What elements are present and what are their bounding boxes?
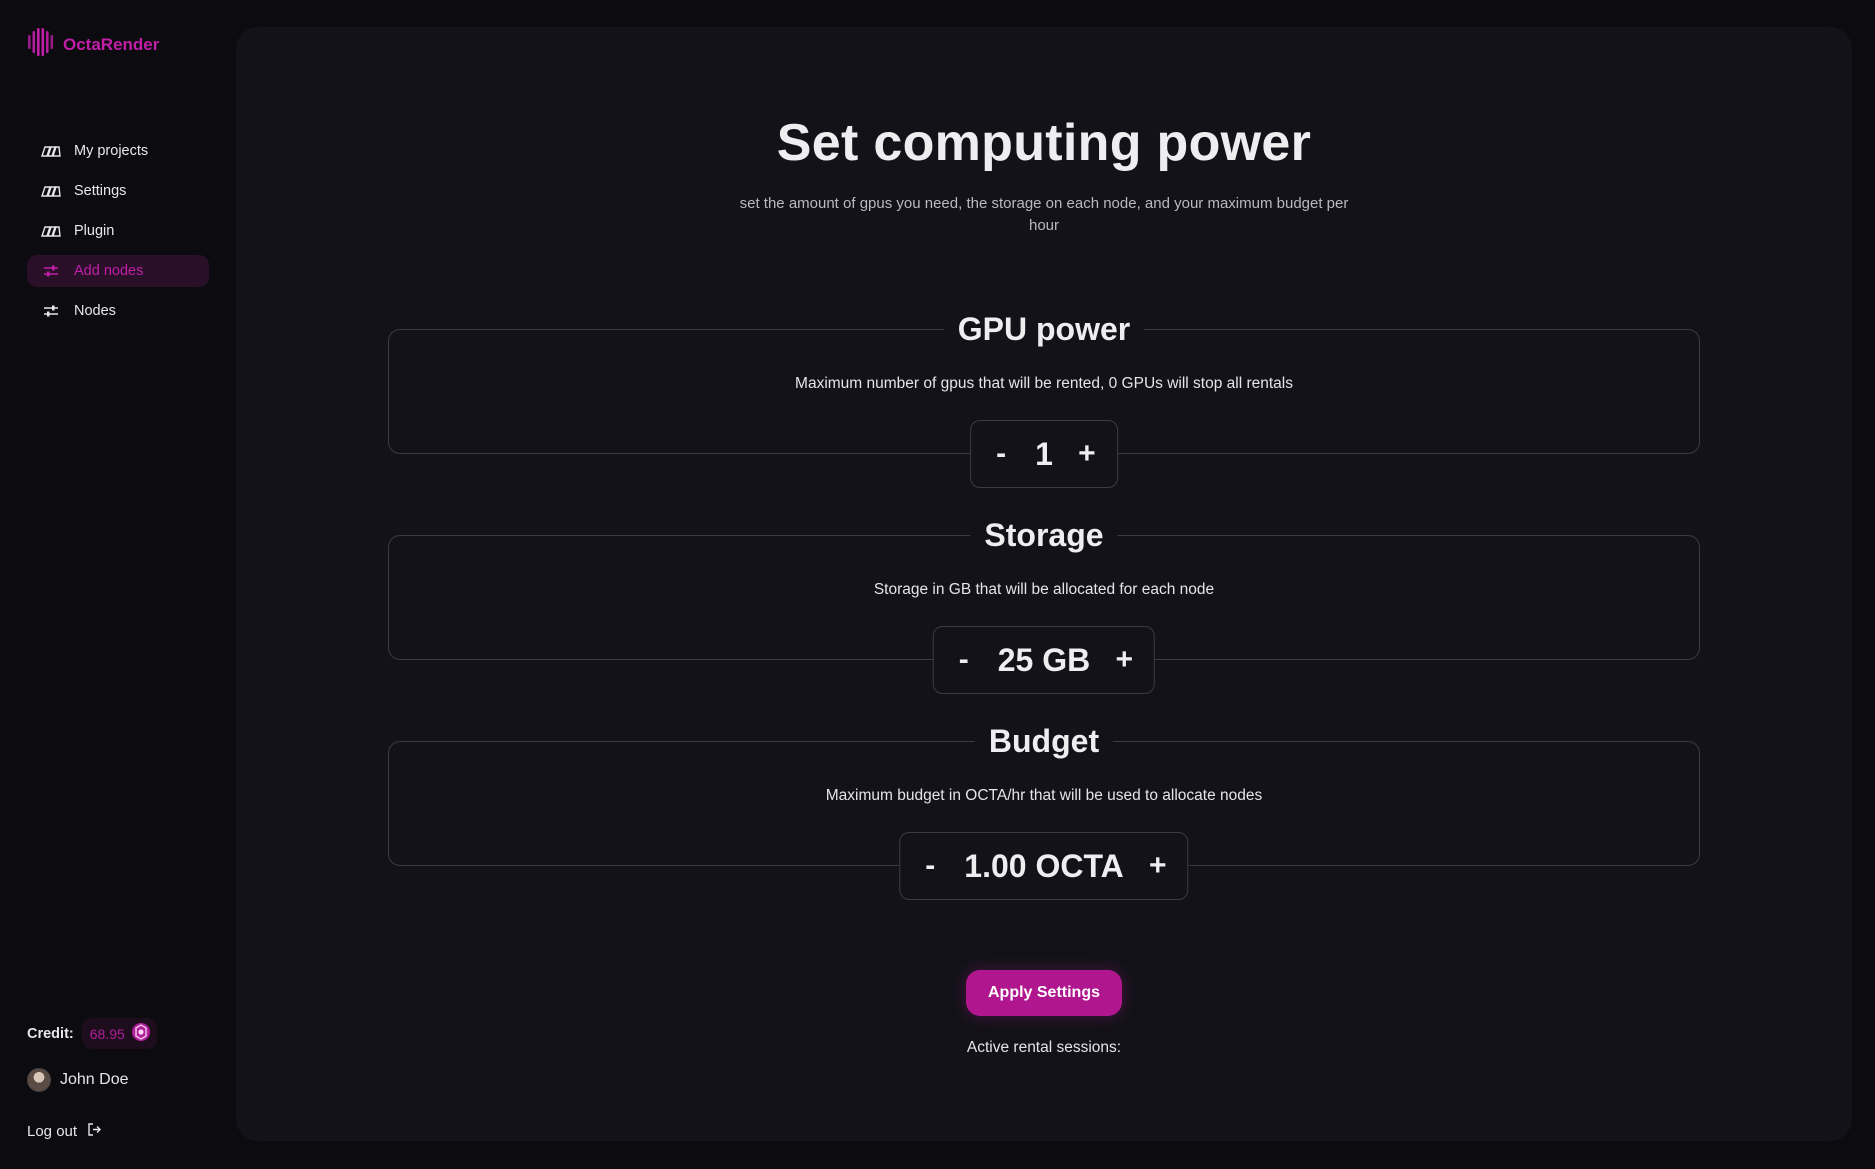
folder-stack-icon xyxy=(40,144,62,158)
section-title: GPU power xyxy=(943,304,1145,354)
sidebar: OctaRender My projects Settings Plugin A… xyxy=(0,0,236,1169)
apply-settings-button[interactable]: Apply Settings xyxy=(966,970,1122,1016)
section-title: Budget xyxy=(974,716,1114,766)
sidebar-item-label: My projects xyxy=(74,143,149,159)
octa-coin-icon xyxy=(131,1022,151,1045)
storage-stepper: - 25 GB + xyxy=(932,626,1156,694)
sidebar-item-nodes[interactable]: Nodes xyxy=(27,295,209,327)
main-panel: Set computing power set the amount of gp… xyxy=(236,27,1852,1141)
logout-icon xyxy=(87,1122,102,1141)
gpu-stepper: - 1 + xyxy=(970,420,1118,488)
page-title: Set computing power xyxy=(776,114,1312,172)
increment-button[interactable]: + xyxy=(1148,851,1168,881)
credit-label: Credit: xyxy=(27,1025,74,1042)
budget-stepper: - 1.00 OCTA + xyxy=(899,832,1189,900)
credit: Credit: 68.95 xyxy=(27,1018,157,1049)
sliders-icon xyxy=(40,264,62,278)
decrement-button[interactable]: - xyxy=(991,439,1011,469)
budget-value: 1.00 OCTA xyxy=(964,847,1124,884)
section-description: Maximum budget in OCTA/hr that will be u… xyxy=(825,787,1263,804)
decrement-button[interactable]: - xyxy=(954,645,974,675)
logout-label: Log out xyxy=(27,1123,78,1140)
decrement-button[interactable]: - xyxy=(920,851,940,881)
sidebar-item-plugin[interactable]: Plugin xyxy=(27,215,209,247)
storage-section: Storage Storage in GB that will be alloc… xyxy=(388,510,1700,694)
section-title: Storage xyxy=(970,510,1118,560)
user-name: John Doe xyxy=(60,1071,129,1088)
section-description: Maximum number of gpus that will be rent… xyxy=(795,375,1293,392)
section-description: Storage in GB that will be allocated for… xyxy=(873,581,1215,598)
gpu-power-section: GPU power Maximum number of gpus that wi… xyxy=(388,304,1700,488)
sidebar-item-label: Add nodes xyxy=(74,263,144,279)
sidebar-item-label: Plugin xyxy=(74,223,115,239)
sidebar-item-my-projects[interactable]: My projects xyxy=(27,135,209,167)
sliders-icon xyxy=(40,304,62,318)
sidebar-item-settings[interactable]: Settings xyxy=(27,175,209,207)
brand[interactable]: OctaRender xyxy=(27,26,159,63)
sidebar-nav: My projects Settings Plugin Add nodes No… xyxy=(27,135,209,335)
storage-value: 25 GB xyxy=(997,641,1091,678)
brand-name: OctaRender xyxy=(63,34,160,54)
sidebar-item-label: Nodes xyxy=(74,303,116,319)
increment-button[interactable]: + xyxy=(1077,439,1097,469)
sidebar-item-add-nodes[interactable]: Add nodes xyxy=(27,255,209,287)
page-subtitle: set the amount of gpus you need, the sto… xyxy=(739,195,1349,234)
gpu-count-value: 1 xyxy=(1035,435,1053,472)
budget-section: Budget Maximum budget in OCTA/hr that wi… xyxy=(388,716,1700,900)
credit-value: 68.95 xyxy=(89,1025,125,1042)
logout-button[interactable]: Log out xyxy=(27,1122,102,1141)
increment-button[interactable]: + xyxy=(1114,645,1134,675)
sidebar-item-label: Settings xyxy=(74,183,127,199)
credit-badge[interactable]: 68.95 xyxy=(81,1018,157,1049)
user-profile[interactable]: John Doe xyxy=(27,1068,129,1092)
octarender-logo-icon xyxy=(27,26,55,63)
folder-stack-icon xyxy=(40,224,62,238)
avatar xyxy=(27,1068,51,1092)
active-sessions-label: Active rental sessions: xyxy=(966,1039,1122,1056)
folder-stack-icon xyxy=(40,184,62,198)
